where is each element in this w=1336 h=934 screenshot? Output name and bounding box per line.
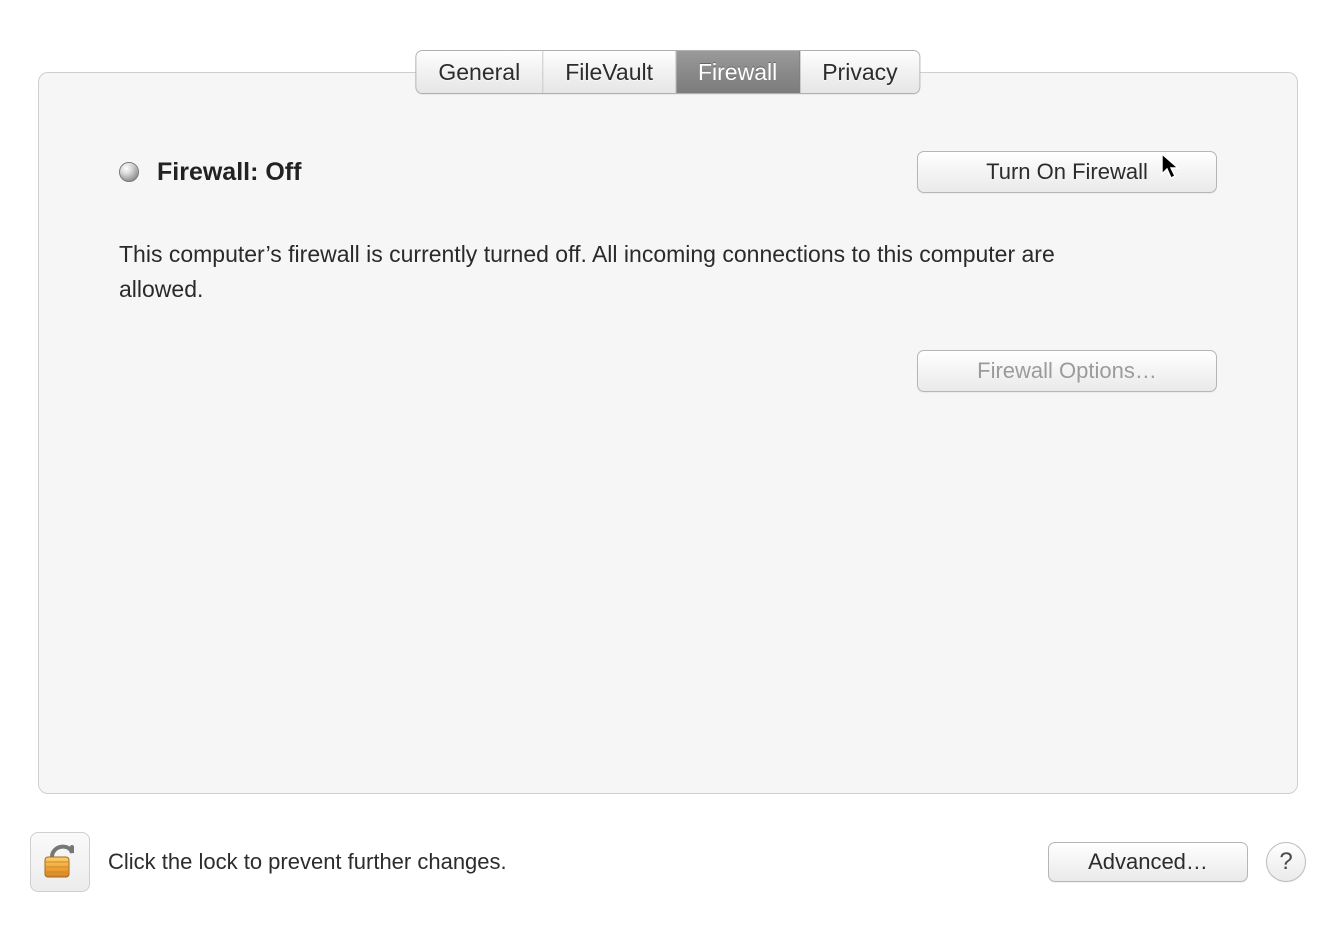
security-tabs: General FileVault Firewall Privacy xyxy=(415,50,920,94)
firewall-status-indicator-icon xyxy=(119,162,139,182)
tab-filevault[interactable]: FileVault xyxy=(543,51,676,93)
unlocked-padlock-icon xyxy=(40,837,80,887)
firewall-options-button: Firewall Options… xyxy=(917,350,1217,392)
footer-bar: Click the lock to prevent further change… xyxy=(30,832,1306,892)
tab-firewall[interactable]: Firewall xyxy=(676,51,800,93)
advanced-button[interactable]: Advanced… xyxy=(1048,842,1248,882)
firewall-status-title: Firewall: Off xyxy=(157,158,301,187)
tab-privacy[interactable]: Privacy xyxy=(800,51,919,93)
turn-on-firewall-button[interactable]: Turn On Firewall xyxy=(917,151,1217,193)
lock-button[interactable] xyxy=(30,832,90,892)
tab-general[interactable]: General xyxy=(416,51,543,93)
firewall-description-text: This computer’s firewall is currently tu… xyxy=(119,237,1129,306)
lock-hint-text: Click the lock to prevent further change… xyxy=(108,849,507,875)
help-button[interactable]: ? xyxy=(1266,842,1306,882)
firewall-panel: Firewall: Off Turn On Firewall This comp… xyxy=(38,72,1298,794)
